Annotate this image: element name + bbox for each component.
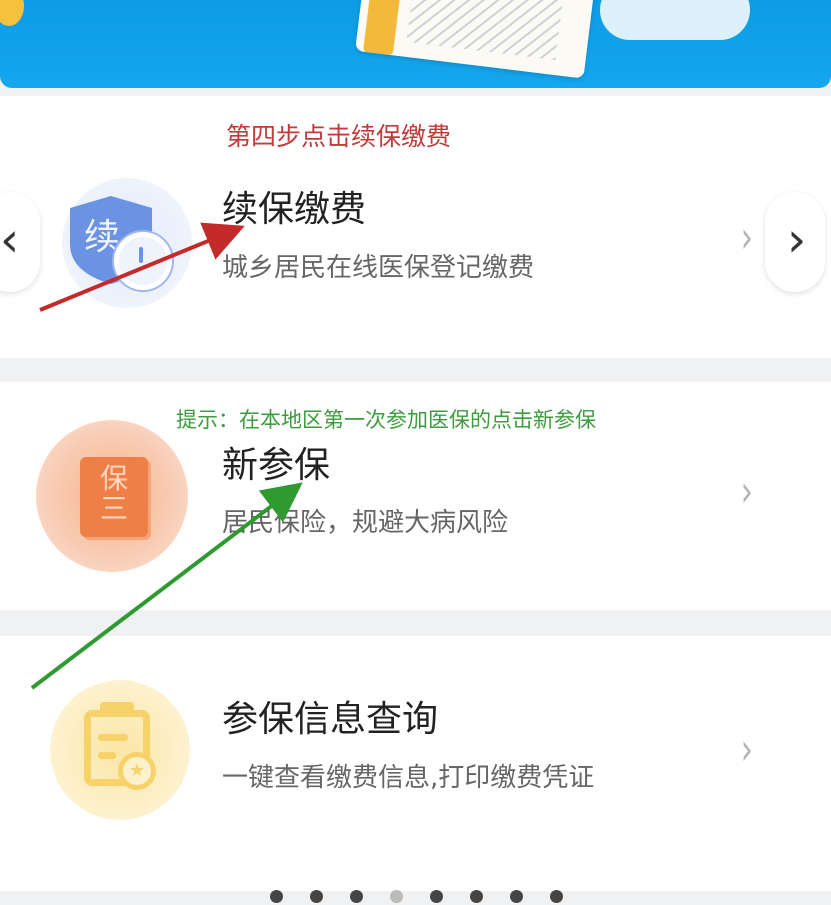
new-enrollment-subtitle: 居民保险，规避大病风险	[222, 508, 509, 538]
pagination-dot[interactable]	[550, 890, 563, 903]
clipboard-clip-icon	[100, 702, 134, 716]
carousel-prev-button[interactable]: ‹	[0, 192, 40, 292]
enrollment-query-subtitle: 一键查看缴费信息,打印缴费凭证	[222, 763, 595, 793]
pagination-dot[interactable]	[310, 890, 323, 903]
cloud-illustration	[600, 0, 750, 40]
top-banner[interactable]	[0, 0, 831, 88]
renew-payment-title[interactable]: 续保缴费	[222, 180, 366, 232]
clipboard-line	[98, 752, 116, 759]
carousel-next-button[interactable]: ›	[765, 192, 825, 292]
step-hint-label: 第四步点击续保缴费	[226, 122, 452, 151]
coin-illustration	[0, 0, 24, 26]
pagination-dot[interactable]	[430, 890, 443, 903]
pagination-dot[interactable]	[510, 890, 523, 903]
insurance-book-glyph: 保三	[99, 462, 128, 525]
chevron-right-icon: ›	[787, 212, 807, 268]
enrollment-query-title[interactable]: 参保信息查询	[222, 690, 438, 742]
chevron-right-icon[interactable]: ›	[741, 724, 753, 775]
star-badge-icon: ★	[118, 752, 156, 790]
renew-payment-subtitle: 城乡居民在线医保登记缴费	[222, 253, 535, 283]
clock-icon	[114, 232, 172, 290]
pagination-dot[interactable]	[470, 890, 483, 903]
new-enrollment-title[interactable]: 新参保	[222, 436, 330, 488]
clipboard-line	[98, 734, 128, 741]
pagination-dot[interactable]	[350, 890, 363, 903]
pagination-dots[interactable]	[270, 890, 570, 905]
document-illustration	[355, 0, 595, 79]
chevron-right-icon[interactable]: ›	[741, 212, 753, 263]
pagination-dot[interactable]	[270, 890, 283, 903]
chevron-left-icon: ‹	[0, 212, 20, 268]
new-enrollment-hint-label: 提示：在本地区第一次参加医保的点击新参保	[176, 408, 596, 432]
chevron-right-icon[interactable]: ›	[741, 466, 753, 517]
pagination-dot[interactable]	[390, 890, 403, 903]
